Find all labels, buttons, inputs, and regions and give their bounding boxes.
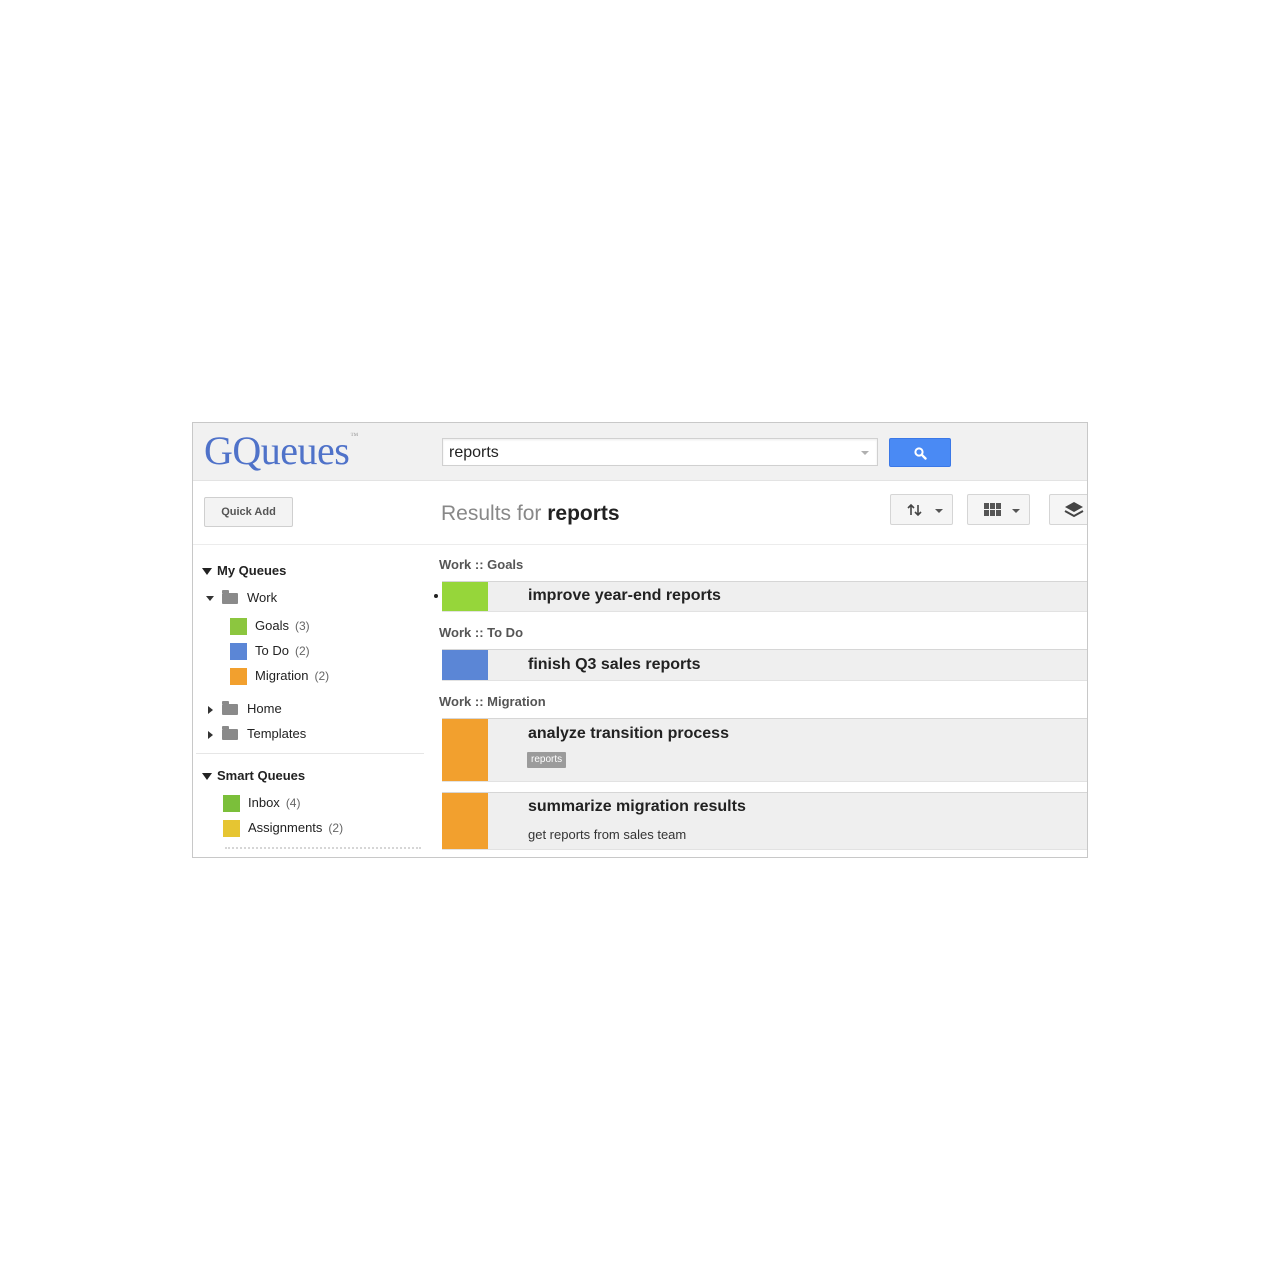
sidebar-divider <box>196 753 424 754</box>
task-color-bar[interactable] <box>442 650 488 680</box>
results-query: reports <box>547 502 620 525</box>
task-note: get reports from sales team <box>528 827 687 842</box>
task-color-bar[interactable] <box>442 719 488 781</box>
expand-arrow-icon[interactable] <box>208 705 213 714</box>
layers-button[interactable] <box>1049 494 1087 525</box>
task-title[interactable]: finish Q3 sales reports <box>528 656 701 674</box>
task-title[interactable]: analyze transition process <box>528 725 729 743</box>
header-bar: GQueues™ <box>193 423 1087 481</box>
my-queues-heading[interactable]: My Queues <box>202 563 286 578</box>
task-title[interactable]: improve year-end reports <box>528 587 721 605</box>
queue-color-swatch <box>230 618 247 636</box>
group-label-work-todo: Work :: To Do <box>439 625 524 640</box>
view-button[interactable] <box>967 494 1030 525</box>
results-prefix: Results for <box>441 502 542 525</box>
task-title[interactable]: summarize migration results <box>528 798 746 816</box>
search-button[interactable] <box>889 438 951 467</box>
collapse-arrow-icon[interactable] <box>202 568 212 576</box>
grid-view-icon <box>984 503 1001 516</box>
sort-button[interactable] <box>890 494 953 525</box>
logo-trademark: ™ <box>350 431 358 440</box>
sidebar-folder-home[interactable]: Home <box>208 701 282 721</box>
queue-color-swatch <box>223 795 240 813</box>
layers-icon <box>1064 502 1084 518</box>
toolbar-divider <box>193 544 1087 545</box>
folder-icon <box>222 590 238 605</box>
logo-text: GQueues <box>204 428 350 473</box>
selection-dot <box>434 594 438 598</box>
sidebar-resize-handle[interactable] <box>225 847 421 849</box>
task-item[interactable]: finish Q3 sales reports <box>442 649 1087 681</box>
sidebar-folder-work[interactable]: Work <box>206 590 277 610</box>
quick-add-button[interactable]: Quick Add <box>204 497 293 527</box>
sidebar-queue-todo[interactable]: To Do (2) <box>230 643 310 663</box>
sidebar-smart-queue-assignments[interactable]: Assignments (2) <box>223 820 343 840</box>
queue-color-swatch <box>230 668 247 686</box>
queue-color-swatch <box>223 820 240 838</box>
search-input[interactable] <box>449 443 849 463</box>
smart-queues-heading[interactable]: Smart Queues <box>202 768 305 783</box>
group-label-work-migration: Work :: Migration <box>439 694 546 709</box>
folder-icon <box>222 701 238 716</box>
task-item[interactable]: summarize migration results get reports … <box>442 792 1087 850</box>
collapse-arrow-icon[interactable] <box>202 773 212 781</box>
sidebar-queue-goals[interactable]: Goals (3) <box>230 618 310 638</box>
app-logo[interactable]: GQueues™ <box>204 427 358 474</box>
sidebar-smart-queue-inbox[interactable]: Inbox (4) <box>223 795 300 815</box>
view-caret-icon <box>1012 509 1020 513</box>
group-label-work-goals: Work :: Goals <box>439 557 524 572</box>
task-color-bar[interactable] <box>442 793 488 849</box>
app-window: GQueues™ Quick Add Results for reports <box>192 422 1088 858</box>
queue-color-swatch <box>230 643 247 661</box>
task-item[interactable]: improve year-end reports <box>442 581 1087 612</box>
expand-arrow-icon[interactable] <box>208 730 213 739</box>
search-dropdown-arrow-icon[interactable] <box>861 451 869 455</box>
expand-arrow-icon[interactable] <box>206 596 214 602</box>
folder-icon <box>222 726 238 741</box>
sort-icon <box>907 503 922 517</box>
sort-caret-icon <box>935 509 943 513</box>
search-box[interactable] <box>442 438 878 466</box>
sidebar-queue-migration[interactable]: Migration (2) <box>230 668 329 688</box>
task-color-bar[interactable] <box>442 582 488 611</box>
search-icon <box>914 447 927 460</box>
task-item[interactable]: analyze transition process reports <box>442 718 1087 782</box>
task-tag[interactable]: reports <box>527 752 567 768</box>
sidebar-folder-templates[interactable]: Templates <box>208 726 306 746</box>
results-heading: Results for reports <box>441 502 620 526</box>
